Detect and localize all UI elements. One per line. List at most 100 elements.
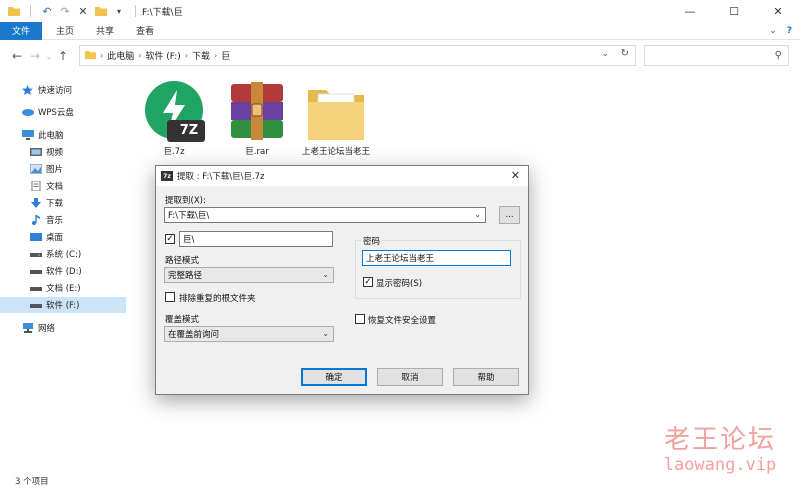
crumb-separator: › — [100, 51, 104, 60]
quick-access-toolbar: ↶ ↷ ✕ ▾ — [0, 5, 140, 18]
ribbon-tabs: 文件 主页 共享 查看 ⌄ ? — [0, 21, 800, 40]
path-mode-label: 路径模式 — [165, 256, 200, 266]
7zip-archive-icon — [141, 81, 207, 147]
winrar-archive-icon — [223, 82, 291, 147]
file-item-rar[interactable]: 巨.rar — [217, 80, 297, 158]
crumb-separator[interactable]: › — [185, 51, 188, 60]
nav-label: 音乐 — [46, 216, 64, 226]
drive-icon — [30, 249, 42, 259]
show-password-checkbox[interactable]: ✓ — [363, 277, 373, 287]
restore-security-checkbox[interactable] — [355, 314, 365, 324]
address-dropdown-icon[interactable]: ⌄ — [601, 49, 609, 59]
watermark-url: laowang.vip — [663, 455, 777, 475]
subfolder-checkbox[interactable]: ✓ — [165, 234, 175, 244]
nav-wps-cloud[interactable]: WPS云盘 — [0, 104, 126, 120]
crumb-separator[interactable]: › — [214, 51, 217, 60]
overwrite-mode-select[interactable]: 在覆盖前询问 ⌄ — [164, 326, 334, 342]
show-password-label: 显示密码(S) — [376, 279, 423, 289]
undo-icon[interactable]: ↶ — [41, 5, 53, 18]
tab-view[interactable]: 查看 — [125, 22, 165, 40]
nav-downloads[interactable]: 下载 — [0, 195, 126, 211]
maximize-button[interactable]: ☐ — [712, 0, 756, 22]
restore-security-label: 恢复文件安全设置 — [368, 316, 437, 326]
download-icon — [30, 198, 42, 208]
nav-label: 快速访问 — [38, 86, 73, 96]
toolbar-divider — [135, 5, 136, 17]
nav-pictures[interactable]: 图片 — [0, 161, 126, 177]
redo-icon[interactable]: ↷ — [59, 5, 71, 18]
nav-drive-e[interactable]: 文档 (E:) — [0, 280, 126, 296]
nav-drive-f[interactable]: 软件 (F:) — [0, 297, 126, 313]
customize-chevron-icon[interactable]: ▾ — [113, 5, 125, 17]
back-arrow-icon[interactable]: ← — [8, 49, 26, 63]
password-input[interactable]: 上老王论坛当老王 — [362, 250, 511, 266]
password-value: 上老王论坛当老王 — [366, 254, 435, 264]
nav-videos[interactable]: 视频 — [0, 144, 126, 160]
nav-music[interactable]: 音乐 — [0, 212, 126, 228]
chevron-down-icon: ⌄ — [322, 270, 329, 279]
path-mode-select[interactable]: 完整路径 ⌄ — [164, 267, 334, 283]
address-row: ← → ⌄ ↑ › 此电脑 › 软件 (F:) › 下载 › 巨 ⌄ ↻ ⚲ — [0, 41, 800, 71]
toolbar-divider — [30, 5, 31, 17]
up-arrow-icon[interactable]: ↑ — [54, 49, 72, 63]
folder-icon[interactable] — [8, 5, 20, 17]
refresh-icon[interactable]: ↻ — [621, 48, 629, 59]
nav-quick-access[interactable]: 快速访问 — [0, 82, 126, 98]
drive-icon — [30, 300, 42, 310]
chevron-down-icon[interactable]: ⌄ — [769, 26, 777, 36]
nav-label: 文档 — [46, 182, 64, 192]
computer-icon — [22, 130, 34, 140]
nav-network[interactable]: 网络 — [0, 320, 126, 336]
tab-home[interactable]: 主页 — [45, 22, 85, 40]
breadcrumb-downloads[interactable]: 下载 — [192, 49, 210, 62]
tab-share[interactable]: 共享 — [85, 22, 125, 40]
file-item-folder[interactable]: 上老王论坛当老王 — [296, 80, 376, 158]
delete-icon[interactable]: ✕ — [77, 5, 89, 18]
crumb-separator[interactable]: › — [138, 51, 141, 60]
music-icon — [30, 215, 42, 225]
subfolder-input[interactable]: 巨\ — [179, 231, 333, 247]
ok-button[interactable]: 确定 — [301, 368, 367, 386]
new-folder-icon[interactable] — [95, 5, 107, 17]
close-button[interactable]: ✕ — [756, 0, 800, 22]
recent-locations-icon[interactable]: ⌄ — [44, 52, 54, 61]
file-name: 上老王论坛当老王 — [301, 147, 370, 157]
exclude-root-label: 排除重复的根文件夹 — [179, 294, 256, 304]
nav-label: 文档 (E:) — [46, 284, 81, 294]
help-icon[interactable]: ? — [787, 26, 792, 36]
extract-to-combo[interactable]: F:\下载\巨\ ⌄ — [164, 207, 486, 223]
minimize-button[interactable]: — — [668, 0, 712, 22]
nav-documents[interactable]: 文档 — [0, 178, 126, 194]
browse-button[interactable]: ... — [499, 206, 520, 224]
help-button[interactable]: 帮助 — [453, 368, 519, 386]
watermark: 老王论坛 laowang.vip — [640, 425, 800, 475]
nav-label: 系统 (C:) — [46, 250, 82, 260]
forward-arrow-icon[interactable]: → — [26, 49, 44, 63]
video-icon — [30, 147, 42, 157]
exclude-root-checkbox[interactable] — [165, 292, 175, 302]
picture-icon — [29, 163, 43, 175]
address-bar[interactable]: › 此电脑 › 软件 (F:) › 下载 › 巨 ⌄ ↻ — [79, 45, 636, 66]
nav-label: 桌面 — [46, 233, 64, 243]
nav-this-pc[interactable]: 此电脑 — [0, 127, 126, 143]
chevron-down-icon[interactable]: ⌄ — [474, 210, 481, 219]
dialog-close-icon[interactable]: ✕ — [511, 169, 520, 182]
tab-file[interactable]: 文件 — [0, 21, 43, 40]
cancel-button[interactable]: 取消 — [377, 368, 443, 386]
breadcrumb-drive-f[interactable]: 软件 (F:) — [145, 49, 180, 62]
ribbon-right-controls: ⌄ ? — [769, 22, 792, 40]
window-controls: — ☐ ✕ — [668, 0, 800, 22]
path-mode-value: 完整路径 — [168, 271, 203, 281]
subfolder-value: 巨\ — [183, 235, 195, 245]
nav-drive-d[interactable]: 软件 (D:) — [0, 263, 126, 279]
nav-label: 软件 (F:) — [46, 301, 80, 311]
window-title: F:\下载\巨 — [142, 7, 183, 18]
file-name: 巨.rar — [245, 147, 269, 157]
nav-desktop[interactable]: 桌面 — [0, 229, 126, 245]
breadcrumb-this-pc[interactable]: 此电脑 — [107, 49, 134, 62]
file-item-7z[interactable]: 7Z 巨.7z — [134, 80, 214, 158]
extract-to-label: 提取到(X): — [165, 196, 206, 206]
search-input[interactable]: ⚲ — [644, 45, 789, 66]
breadcrumb-current[interactable]: 巨 — [221, 49, 230, 62]
nav-drive-c[interactable]: 系统 (C:) — [0, 246, 126, 262]
